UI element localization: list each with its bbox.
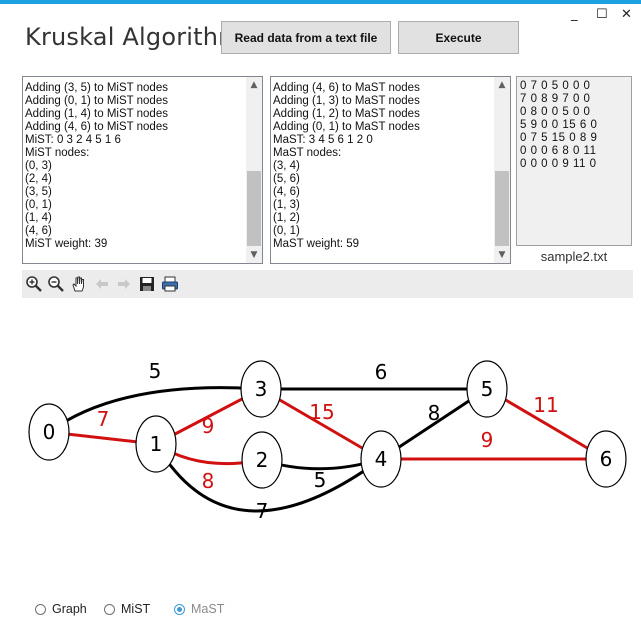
mast-radio-circle[interactable]: [174, 603, 185, 615]
scroll-down-arrow-icon[interactable]: ▼: [246, 247, 262, 263]
scrollbar-thumb[interactable]: [247, 171, 261, 246]
mast-log-line: (0, 1): [273, 225, 300, 237]
graph-edge-weight-3-5: 6: [375, 360, 388, 384]
graph-node-label-3: 3: [255, 377, 268, 401]
forward-arrow-icon[interactable]: [115, 275, 133, 293]
mist-radio-circle[interactable]: [104, 603, 115, 615]
matrix-row: 0 7 0 5 0 0 0: [520, 80, 591, 92]
graph-edge-weight-1-4: 7: [256, 499, 269, 523]
graph-edge-weight-3-4: 15: [309, 400, 334, 424]
matrix-row: 5 9 0 0 15 6 0: [520, 119, 598, 131]
print-icon[interactable]: [161, 275, 179, 293]
mast-log-line: (1, 3): [273, 199, 300, 211]
mast-log-line: (5, 6): [273, 173, 300, 185]
mist-log-line: MiST: 0 3 2 4 5 1 6: [25, 134, 121, 146]
graph-edge-weight-4-5: 8: [428, 401, 441, 425]
execute-button[interactable]: Execute: [398, 21, 519, 54]
window-accent-bar: [0, 0, 641, 4]
graph-canvas: 5 7 9 8 7 5 6 15 8 9 11 0 1 2 3 4 5 6: [28, 359, 627, 523]
read-file-button[interactable]: Read data from a text file: [221, 21, 391, 54]
graph-edge-weight-5-6: 11: [533, 393, 558, 417]
graph-radio-circle[interactable]: [35, 603, 46, 615]
mist-log-line: Adding (0, 1) to MiST nodes: [25, 95, 168, 107]
graph-node-label-2: 2: [256, 448, 269, 472]
mast-log-line: Adding (1, 2) to MaST nodes: [273, 108, 420, 120]
mist-log-line: Adding (1, 4) to MiST nodes: [25, 108, 168, 120]
mast-log-line: (1, 2): [273, 212, 300, 224]
mast-log-line: Adding (4, 6) to MaST nodes: [273, 82, 420, 94]
adjacency-matrix-view: 0 7 0 5 0 0 07 0 8 9 7 0 00 8 0 0 5 0 05…: [516, 76, 632, 246]
mast-radio[interactable]: MaST: [174, 602, 224, 616]
graph-node-label-5: 5: [481, 377, 494, 401]
save-icon[interactable]: [138, 275, 156, 293]
mist-radio[interactable]: MiST: [104, 602, 150, 616]
mast-log-line: (3, 4): [273, 160, 300, 172]
mist-log-line: MiST nodes:: [25, 147, 90, 159]
close-button[interactable]: ✕: [621, 7, 632, 22]
mist-log-line: (1, 4): [25, 212, 52, 224]
mast-log-scrollbar[interactable]: ▲ ▼: [494, 77, 510, 263]
mast-radio-label: MaST: [191, 602, 225, 616]
pan-hand-icon[interactable]: [70, 275, 88, 293]
back-arrow-icon[interactable]: [93, 275, 111, 293]
zoom-in-icon[interactable]: [25, 275, 43, 293]
mist-log-line: (0, 3): [25, 160, 52, 172]
mist-log-textbox[interactable]: Adding (3, 5) to MiST nodes Adding (0, 1)…: [22, 76, 263, 264]
mist-log-line: (3, 5): [25, 186, 52, 198]
graph-radio[interactable]: Graph: [35, 602, 87, 616]
scroll-down-arrow-icon[interactable]: ▼: [494, 247, 510, 263]
matrix-row: 0 0 0 6 8 0 11: [520, 145, 597, 157]
graph-edge-weight-1-3: 9: [202, 414, 215, 438]
mast-log-lines: Adding (4, 6) to MaST nodes Adding (1, 3)…: [273, 82, 493, 251]
maximize-button[interactable]: ☐: [596, 7, 608, 22]
mist-log-line: (4, 6): [25, 225, 52, 237]
mast-log-line: Adding (0, 1) to MaST nodes: [273, 121, 420, 133]
chart-toolbar: [22, 270, 633, 298]
scrollbar-thumb[interactable]: [495, 171, 509, 246]
mist-log-line: MiST weight: 39: [25, 238, 108, 250]
mast-log-textbox[interactable]: Adding (4, 6) to MaST nodes Adding (1, 3)…: [270, 76, 511, 264]
graph-node-label-0: 0: [43, 420, 56, 444]
graph-radio-label: Graph: [52, 602, 87, 616]
mist-log-line: Adding (4, 6) to MiST nodes: [25, 121, 168, 133]
matrix-row: 0 7 5 15 0 8 9: [520, 132, 598, 144]
mast-log-line: Adding (1, 3) to MaST nodes: [273, 95, 420, 107]
mist-log-line: (2, 4): [25, 173, 52, 185]
mist-radio-label: MiST: [121, 602, 151, 616]
app-title: Kruskal Algorithm: [25, 23, 242, 51]
mast-log-line: (4, 6): [273, 186, 300, 198]
graph-node-label-1: 1: [150, 432, 163, 456]
graph-edge-weight-0-3: 5: [149, 359, 162, 383]
zoom-out-icon[interactable]: [47, 275, 65, 293]
graph-edge-weight-2-4: 5: [314, 468, 327, 492]
mast-log-line: MaST weight: 59: [273, 238, 360, 250]
mist-log-scrollbar[interactable]: ▲ ▼: [246, 77, 262, 263]
file-name-label: sample2.txt: [540, 249, 608, 264]
scroll-up-arrow-icon[interactable]: ▲: [246, 77, 262, 93]
mist-log-lines: Adding (3, 5) to MiST nodes Adding (0, 1)…: [25, 82, 245, 251]
mist-log-line: Adding (3, 5) to MiST nodes: [25, 82, 168, 94]
mast-log-line: MaST nodes:: [273, 147, 342, 159]
graph-node-label-6: 6: [600, 447, 613, 471]
graph-edge-weight-4-6: 9: [481, 428, 494, 452]
mist-log-line: (0, 1): [25, 199, 52, 211]
matrix-row: 7 0 8 9 7 0 0: [520, 93, 591, 105]
matrix-row: 0 0 0 0 9 11 0: [520, 158, 597, 170]
scroll-up-arrow-icon[interactable]: ▲: [494, 77, 510, 93]
graph-edge-weight-0-1: 7: [97, 407, 110, 431]
minimize-button[interactable]: _: [571, 7, 578, 22]
matrix-row: 0 8 0 0 5 0 0: [520, 106, 591, 118]
mast-log-line: MaST: 3 4 5 6 1 2 0: [273, 134, 373, 146]
graph-edge-weight-1-2: 8: [202, 469, 215, 493]
graph-node-label-4: 4: [375, 447, 388, 471]
